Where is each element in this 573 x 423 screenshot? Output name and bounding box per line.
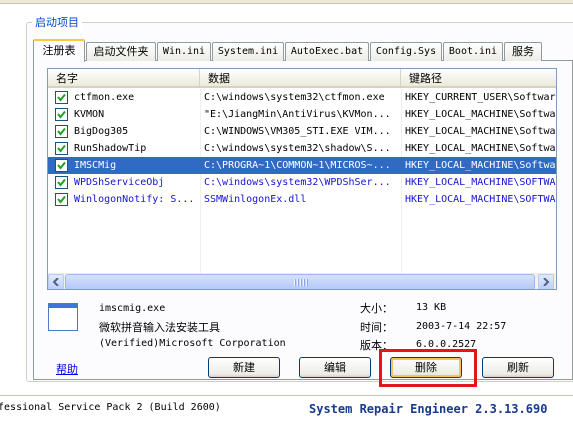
- item-data: C:\WINDOWS\VM305_STI.EXE VIM...: [204, 126, 391, 137]
- scroll-right-button[interactable]: [538, 274, 554, 289]
- checkmark-icon: [57, 144, 66, 153]
- chevron-right-icon: [543, 278, 550, 286]
- startup-list[interactable]: 名字 数据 键路径 ctfmon.exe C:\windows\system32\…: [47, 68, 557, 290]
- app-version-text: System Repair Engineer 2.3.13.690: [309, 402, 548, 416]
- list-item[interactable]: IMSCMig C:\PROGRA~1\COMMON~1\MICROS~... HK…: [48, 157, 556, 174]
- list-item[interactable]: KVMON "E:\JiangMin\AntiVirus\KVMon... HKEY…: [48, 106, 556, 123]
- checkmark-icon: [57, 161, 66, 170]
- item-data: C:\windows\system32\ctfmon.exe: [204, 92, 385, 103]
- item-data: "E:\JiangMin\AntiVirus\KVMon...: [204, 109, 391, 120]
- detail-description: 微软拼音输入法安装工具: [99, 321, 220, 334]
- highlight-box: [379, 349, 477, 387]
- item-path: HKEY_LOCAL_MACHINE\Softwa: [405, 109, 556, 120]
- list-item[interactable]: ctfmon.exe C:\windows\system32\ctfmon.exe…: [48, 89, 556, 106]
- item-checkbox[interactable]: [55, 193, 68, 206]
- list-rows: ctfmon.exe C:\windows\system32\ctfmon.exe…: [48, 89, 556, 208]
- item-name: ctfmon.exe: [74, 92, 135, 103]
- checkmark-icon: [57, 93, 66, 102]
- size-label: 大小：: [360, 302, 393, 315]
- new-button[interactable]: 新建: [208, 357, 280, 378]
- scroll-left-button[interactable]: [48, 274, 64, 289]
- item-data: SSMWinlogonEx.dll: [204, 194, 307, 205]
- checkmark-icon: [57, 127, 66, 136]
- item-path: HKEY_LOCAL_MACHINE\SOFTWA: [405, 177, 556, 188]
- tab-startup-folder[interactable]: 启动文件夹: [86, 42, 156, 61]
- item-checkbox[interactable]: [55, 159, 68, 172]
- item-data: C:\windows\system32\WPDShSer...: [204, 177, 391, 188]
- checkmark-icon: [57, 110, 66, 119]
- tab-win-ini[interactable]: Win.ini: [157, 42, 211, 61]
- checkmark-icon: [57, 195, 66, 204]
- tab-system-ini[interactable]: System.ini: [212, 42, 284, 61]
- file-icon: [48, 303, 78, 331]
- help-link[interactable]: 帮助: [56, 361, 78, 377]
- item-checkbox[interactable]: [55, 176, 68, 189]
- column-header-path[interactable]: 键路径: [401, 69, 556, 88]
- item-path: HKEY_CURRENT_USER\Softwar: [405, 92, 556, 103]
- tab-autoexec-bat[interactable]: AutoExec.bat: [285, 42, 369, 61]
- edit-button[interactable]: 编辑: [299, 357, 371, 378]
- item-data: C:\windows\system32\shadow\S...: [204, 143, 391, 154]
- item-checkbox[interactable]: [55, 108, 68, 121]
- tab-services[interactable]: 服务: [504, 42, 542, 61]
- item-name: IMSCMig: [74, 160, 117, 171]
- list-item[interactable]: WPDShServiceObj C:\windows\system32\WPDSh…: [48, 174, 556, 191]
- item-checkbox[interactable]: [55, 142, 68, 155]
- item-path: HKEY_LOCAL_MACHINE\Softwa: [405, 160, 556, 171]
- item-path: HKEY_LOCAL_MACHINE\Softwa: [405, 143, 556, 154]
- column-header-name[interactable]: 名字: [48, 69, 200, 88]
- detail-company: (Verified)Microsoft Corporation: [99, 338, 286, 349]
- tab-boot-ini[interactable]: Boot.ini: [443, 42, 503, 61]
- item-data: C:\PROGRA~1\COMMON~1\MICROS~...: [204, 160, 391, 171]
- list-item[interactable]: RunShadowTip C:\windows\system32\shadow\S…: [48, 140, 556, 157]
- os-version-text: ofessional Service Pack 2 (Build 2600): [0, 402, 221, 413]
- item-checkbox[interactable]: [55, 125, 68, 138]
- list-item[interactable]: WinlogonNotify: S... SSMWinlogonEx.dll HKE…: [48, 191, 556, 208]
- size-value: 13 KB: [416, 302, 447, 313]
- horizontal-scrollbar[interactable]: [48, 273, 556, 289]
- column-header-data[interactable]: 数据: [200, 69, 401, 88]
- detail-filename: imscmig.exe: [99, 303, 166, 314]
- list-header: 名字 数据 键路径: [48, 69, 556, 88]
- group-title: 启动项目: [32, 14, 82, 30]
- time-value: 2003-7-14 22:57: [416, 321, 507, 332]
- chevron-left-icon: [53, 278, 59, 286]
- time-label: 时间：: [360, 321, 393, 334]
- checkmark-icon: [57, 178, 66, 187]
- item-name: KVMON: [74, 109, 105, 120]
- item-name: RunShadowTip: [74, 143, 147, 154]
- refresh-button[interactable]: 刷新: [482, 357, 554, 378]
- tab-config-sys[interactable]: Config.Sys: [370, 42, 442, 61]
- window-top-edge: [0, 0, 573, 4]
- item-name: BigDog305: [74, 126, 129, 137]
- tab-registry[interactable]: 注册表: [33, 39, 85, 62]
- item-checkbox[interactable]: [55, 91, 68, 104]
- item-path: HKEY_LOCAL_MACHINE\SOFTWA: [405, 194, 556, 205]
- scroll-thumb[interactable]: [65, 274, 535, 289]
- item-name: WPDShServiceObj: [74, 177, 165, 188]
- list-item[interactable]: BigDog305 C:\WINDOWS\VM305_STI.EXE VIM...…: [48, 123, 556, 140]
- status-divider: [0, 395, 573, 396]
- item-name: WinlogonNotify: S...: [74, 194, 195, 205]
- item-path: HKEY_LOCAL_MACHINE\Softwa: [405, 126, 556, 137]
